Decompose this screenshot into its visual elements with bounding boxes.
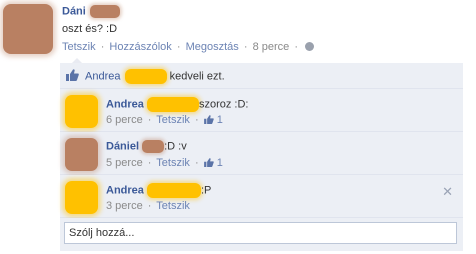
commenter-avatar[interactable] (65, 181, 98, 214)
comment-meta: 6 perce · Tetszik · 1 (106, 114, 223, 126)
comment: Andrea szoroz :D: 6 perce · Tetszik · 1 (60, 89, 463, 132)
redacted-surname (146, 183, 201, 198)
comment-body: Andrea :P (106, 183, 211, 198)
comment-timestamp[interactable]: 3 perce (106, 200, 143, 212)
commenter-avatar[interactable] (65, 138, 98, 171)
separator: · (294, 41, 299, 53)
delete-comment-close-icon[interactable]: ✕ (442, 185, 453, 198)
comment-like-link[interactable]: Tetszik (156, 200, 190, 212)
thumbs-up-icon (66, 69, 79, 81)
commenter-name[interactable]: Dániel (106, 140, 139, 152)
separator: · (243, 41, 248, 53)
comment-body: Dániel :D :v (106, 140, 187, 153)
post-actions: Tetszik · Hozzászólok · Megosztás · 8 pe… (62, 41, 315, 53)
comment-meta: 5 perce · Tetszik · 1 (106, 157, 223, 169)
comment: Dániel :D :v 5 perce · Tetszik · 1 (60, 132, 463, 175)
post-timestamp[interactable]: 8 perce (253, 41, 290, 53)
redacted-surname (124, 69, 167, 84)
post-share-link[interactable]: Megosztás (186, 41, 239, 53)
separator: · (100, 41, 105, 53)
comment-like-link[interactable]: Tetszik (156, 157, 190, 169)
post-comment-link[interactable]: Hozzászólok (109, 41, 171, 53)
commenter-name[interactable]: Andrea (106, 98, 144, 110)
likes-row: Andrea kedveli ezt. (60, 63, 463, 89)
redacted-surname (142, 140, 165, 153)
comment-body: Andrea szoroz :D: (106, 97, 248, 112)
likes-summary: Andrea kedveli ezt. (85, 69, 225, 84)
post-text: oszt és? :D (62, 23, 118, 35)
comment-text: :D :v (164, 140, 187, 153)
comment-meta: 3 perce · Tetszik (106, 200, 190, 212)
comment-timestamp[interactable]: 6 perce (106, 114, 143, 126)
like-count[interactable]: 1 (217, 114, 223, 126)
like-count-icon (203, 115, 214, 124)
reply-row (60, 218, 463, 251)
comment-text: :P (200, 184, 212, 197)
comment-timestamp[interactable]: 5 perce (106, 157, 143, 169)
comments-section: Andrea kedveli ezt. Andrea szoroz :D: 6 … (60, 58, 465, 254)
like-count-icon (203, 158, 214, 167)
post-like-link[interactable]: Tetszik (62, 41, 96, 53)
redacted-surname (146, 97, 199, 112)
comment-input[interactable] (64, 222, 457, 244)
comment-like-link[interactable]: Tetszik (156, 114, 190, 126)
post-author-first-name[interactable]: Dáni (62, 5, 86, 17)
commenter-name[interactable]: Andrea (106, 184, 144, 196)
post-author-avatar[interactable] (3, 4, 53, 54)
globe-icon (305, 42, 315, 51)
likes-suffix: kedveli ezt. (169, 70, 225, 83)
facebook-post: ment Huszár Dáni oszt és? :D Tetszik · H… (0, 0, 476, 254)
liker-name[interactable]: Andrea (85, 70, 120, 82)
comment-text: szoroz :D: (198, 98, 249, 111)
post-author-name[interactable]: Dáni (62, 5, 120, 18)
comment: Andrea :P 3 perce · Tetszik ✕ (60, 175, 463, 218)
redacted-surname (89, 5, 120, 18)
separator: · (176, 41, 181, 53)
like-count[interactable]: 1 (217, 157, 223, 169)
commenter-avatar[interactable] (65, 95, 98, 128)
